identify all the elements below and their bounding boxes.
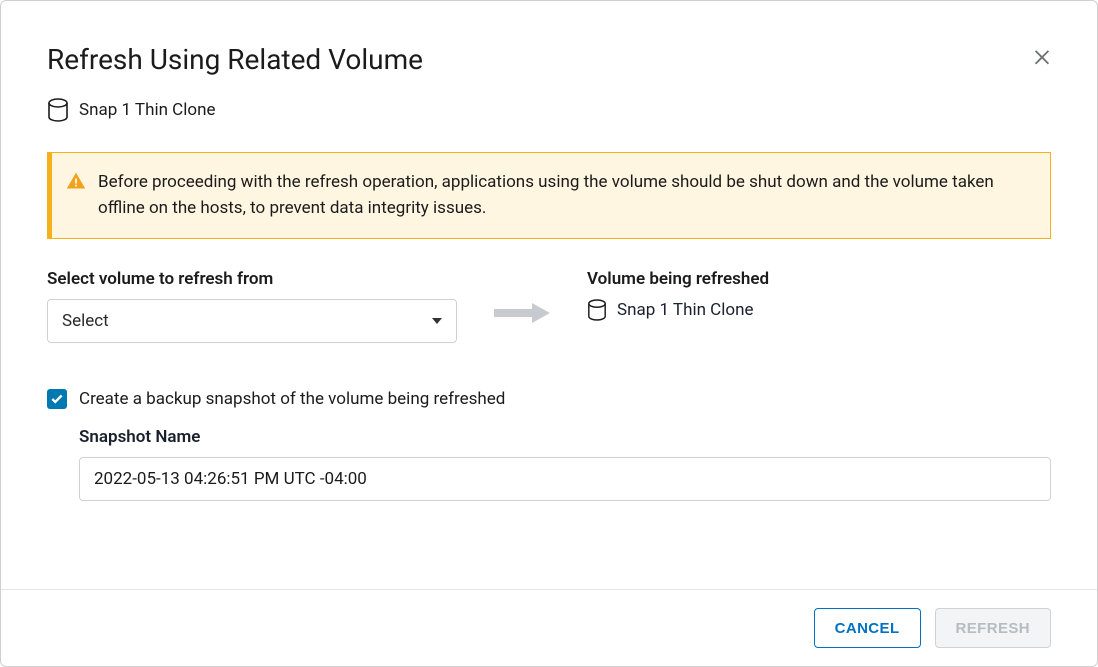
- target-column: Volume being refreshed Snap 1 Thin Clone: [587, 269, 769, 321]
- source-label: Select volume to refresh from: [47, 269, 457, 289]
- source-volume-select[interactable]: Select: [47, 299, 457, 343]
- snapshot-name-section: Snapshot Name: [79, 427, 1051, 501]
- close-button[interactable]: [1031, 45, 1053, 67]
- context-volume-row: Snap 1 Thin Clone: [47, 98, 1051, 122]
- refresh-related-volume-dialog: Refresh Using Related Volume Snap 1 Thin…: [0, 0, 1098, 667]
- volume-icon: [47, 98, 69, 122]
- source-target-row: Select volume to refresh from Select Vol…: [47, 269, 1051, 343]
- volume-icon: [587, 299, 607, 321]
- cancel-button[interactable]: CANCEL: [814, 608, 921, 648]
- close-icon: [1031, 45, 1053, 67]
- dialog-footer: CANCEL REFRESH: [1, 589, 1097, 666]
- check-icon: [50, 392, 64, 406]
- target-label: Volume being refreshed: [587, 269, 769, 289]
- snapshot-name-input[interactable]: [79, 457, 1051, 501]
- snapshot-name-label: Snapshot Name: [79, 427, 1051, 447]
- dialog-title: Refresh Using Related Volume: [47, 43, 1051, 76]
- arrow-column: [487, 269, 557, 323]
- warning-text: Before proceeding with the refresh opera…: [98, 169, 1030, 222]
- source-select-value: Select: [62, 311, 109, 331]
- backup-snapshot-checkbox[interactable]: [47, 389, 67, 409]
- target-volume-row: Snap 1 Thin Clone: [587, 299, 769, 321]
- refresh-button[interactable]: REFRESH: [935, 608, 1051, 648]
- arrow-right-icon: [494, 303, 550, 323]
- dialog-body: Refresh Using Related Volume Snap 1 Thin…: [1, 1, 1097, 589]
- context-volume-name: Snap 1 Thin Clone: [79, 100, 215, 120]
- backup-checkbox-label: Create a backup snapshot of the volume b…: [79, 389, 505, 409]
- chevron-down-icon: [432, 318, 442, 324]
- target-volume-name: Snap 1 Thin Clone: [617, 300, 753, 320]
- backup-checkbox-row: Create a backup snapshot of the volume b…: [47, 389, 1051, 409]
- warning-icon: [66, 171, 86, 222]
- warning-banner: Before proceeding with the refresh opera…: [47, 152, 1051, 239]
- source-column: Select volume to refresh from Select: [47, 269, 457, 343]
